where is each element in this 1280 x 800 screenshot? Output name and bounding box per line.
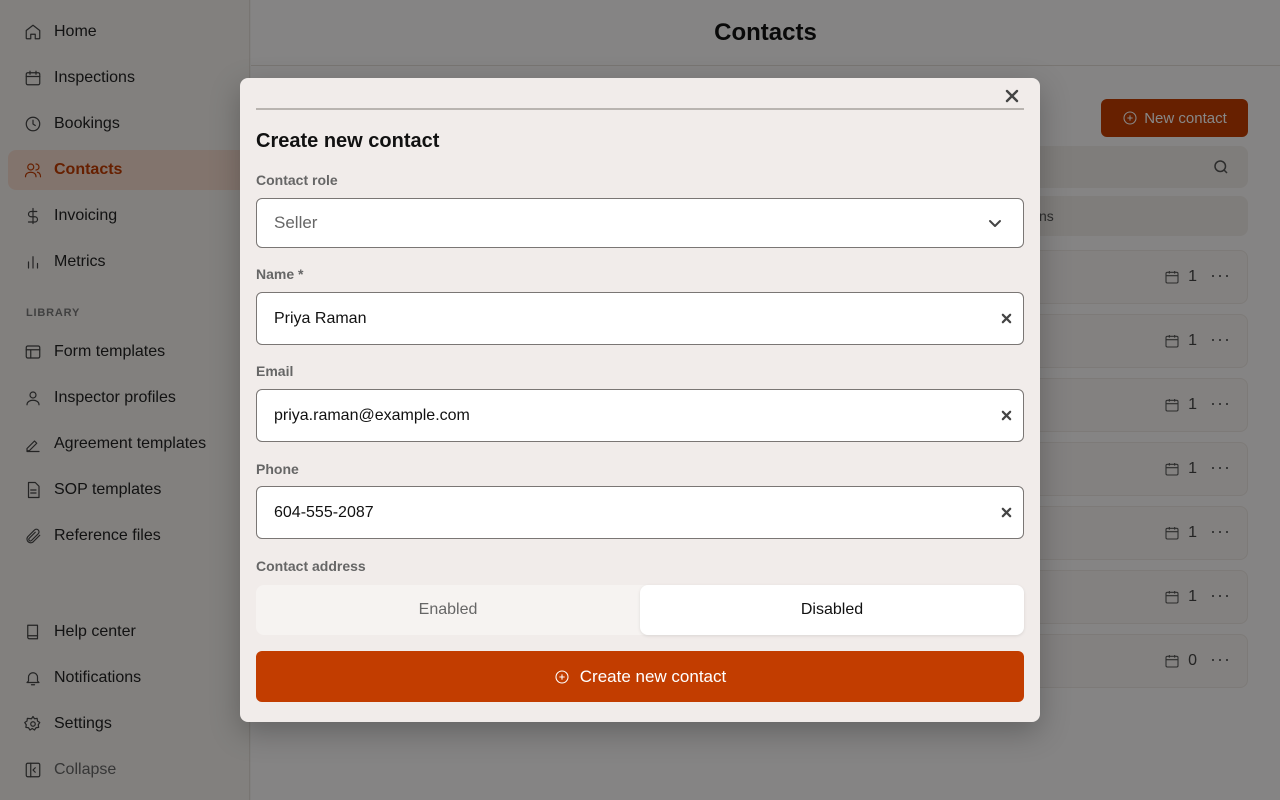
modal-title: Create new contact [256, 130, 440, 152]
close-icon [1005, 89, 1019, 103]
create-contact-label: Create new contact [579, 666, 727, 686]
address-enabled-option[interactable]: Enabled [256, 585, 640, 635]
contact-address-label: Contact address [256, 558, 366, 574]
modal-divider [256, 108, 1024, 110]
name-value: Priya Raman [274, 309, 367, 327]
chevron-down-icon [987, 215, 1003, 231]
email-field[interactable]: priya.raman@example.com [256, 389, 1024, 442]
contact-role-label: Contact role [256, 172, 338, 188]
close-icon [1001, 507, 1011, 518]
create-contact-modal: Create new contact Contact role Seller N… [240, 78, 1040, 722]
contact-role-value: Seller [274, 213, 318, 232]
phone-label: Phone [256, 461, 299, 477]
phone-value: 604-555-2087 [274, 503, 374, 521]
clear-phone-button[interactable] [999, 506, 1013, 520]
phone-field[interactable]: 604-555-2087 [256, 486, 1024, 539]
address-disabled-option[interactable]: Disabled [640, 585, 1024, 635]
contact-role-select[interactable]: Seller [256, 198, 1024, 248]
create-contact-button[interactable]: Create new contact [256, 651, 1024, 702]
name-field[interactable]: Priya Raman [256, 292, 1024, 345]
close-button[interactable] [1002, 86, 1022, 106]
name-label: Name * [256, 266, 304, 282]
email-label: Email [256, 363, 294, 379]
email-value: priya.raman@example.com [274, 406, 470, 424]
plus-circle-icon [555, 669, 569, 684]
clear-email-button[interactable] [999, 409, 1013, 423]
contact-address-toggle: Enabled Disabled [256, 585, 1024, 635]
close-icon [1001, 410, 1011, 421]
close-icon [1001, 313, 1011, 324]
clear-name-button[interactable] [999, 312, 1013, 326]
